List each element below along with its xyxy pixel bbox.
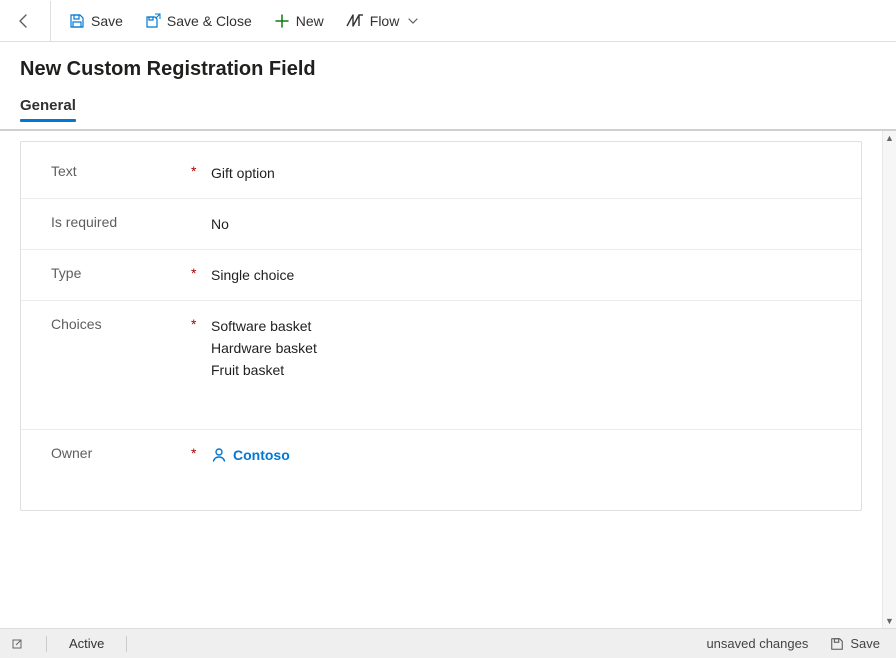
general-section-card: Text * Gift option Is required No Type *…	[20, 141, 862, 511]
required-marker: *	[191, 264, 203, 281]
save-close-icon	[145, 13, 161, 29]
required-marker: *	[191, 315, 203, 332]
owner-label: Owner	[51, 444, 191, 461]
person-icon	[211, 447, 227, 463]
footer-save-button[interactable]: Save	[824, 634, 886, 653]
record-status: Active	[69, 636, 104, 651]
page-title: New Custom Registration Field	[20, 58, 876, 81]
save-close-label: Save & Close	[167, 13, 252, 29]
back-button[interactable]	[8, 5, 40, 37]
footer-divider	[126, 636, 127, 652]
save-icon	[69, 13, 85, 29]
command-bar: Save Save & Close New Flow	[0, 0, 896, 42]
unsaved-changes-text: unsaved changes	[706, 636, 808, 651]
field-choices[interactable]: Choices * Software basket Hardware baske…	[21, 301, 861, 430]
flow-label: Flow	[370, 13, 400, 29]
type-label: Type	[51, 264, 191, 281]
scroll-up-arrow-icon[interactable]: ▲	[885, 131, 894, 145]
form-scroll-area: Text * Gift option Is required No Type *…	[0, 131, 882, 628]
status-bar: Active unsaved changes Save	[0, 628, 896, 658]
tab-list: General	[20, 97, 876, 123]
back-arrow-icon	[16, 13, 32, 29]
choice-item: Software basket	[211, 315, 841, 337]
plus-icon	[274, 13, 290, 29]
type-value: Single choice	[211, 264, 841, 286]
form-body: Text * Gift option Is required No Type *…	[0, 129, 896, 628]
field-is-required[interactable]: Is required No	[21, 199, 861, 250]
choices-label: Choices	[51, 315, 191, 332]
scroll-down-arrow-icon[interactable]: ▼	[885, 614, 894, 628]
choice-item: Fruit basket	[211, 359, 841, 381]
is-required-value: No	[211, 213, 841, 235]
field-type[interactable]: Type * Single choice	[21, 250, 861, 301]
save-button[interactable]: Save	[61, 5, 131, 37]
form-header: New Custom Registration Field General	[0, 42, 896, 123]
open-external-icon[interactable]	[10, 637, 24, 651]
required-marker: *	[191, 162, 203, 179]
choices-value: Software basket Hardware basket Fruit ba…	[211, 315, 841, 381]
save-icon	[830, 637, 844, 651]
footer-save-label: Save	[850, 636, 880, 651]
text-label: Text	[51, 162, 191, 179]
vertical-scrollbar[interactable]: ▲ ▼	[882, 131, 896, 628]
owner-name: Contoso	[233, 444, 290, 466]
is-required-label: Is required	[51, 213, 191, 230]
required-marker: *	[191, 444, 203, 461]
required-marker-empty	[191, 213, 203, 214]
save-and-close-button[interactable]: Save & Close	[137, 5, 260, 37]
flow-icon	[346, 14, 364, 28]
field-text[interactable]: Text * Gift option	[21, 148, 861, 199]
owner-value[interactable]: Contoso	[211, 444, 841, 466]
new-label: New	[296, 13, 324, 29]
footer-divider	[46, 636, 47, 652]
tab-general[interactable]: General	[20, 97, 76, 122]
field-owner[interactable]: Owner * Contoso	[21, 430, 861, 480]
choice-item: Hardware basket	[211, 337, 841, 359]
chevron-down-icon	[407, 15, 419, 27]
command-bar-divider	[50, 1, 51, 41]
text-value: Gift option	[211, 162, 841, 184]
flow-button[interactable]: Flow	[338, 5, 428, 37]
new-button[interactable]: New	[266, 5, 332, 37]
save-label: Save	[91, 13, 123, 29]
